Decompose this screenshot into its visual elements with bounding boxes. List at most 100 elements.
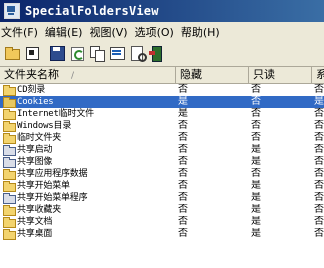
column-header-name[interactable]: 文件夹名称 / — [0, 67, 176, 83]
folder-name-text: 共享图像 — [17, 157, 53, 167]
list-header: 文件夹名称 / 隐藏 只读 系 — [0, 67, 324, 84]
cell-system: 否 — [314, 156, 324, 167]
cell-folder-name: 共享图像 — [0, 156, 176, 168]
column-header-system[interactable]: 系 — [312, 67, 324, 83]
sort-indicator-icon: / — [71, 71, 75, 81]
cell-readonly: 是 — [251, 156, 261, 167]
cell-hidden: 否 — [178, 144, 188, 155]
cell-hidden: 是 — [178, 96, 188, 107]
folder-icon — [2, 181, 16, 192]
column-label-name: 文件夹名称 — [4, 68, 59, 81]
cell-hidden: 否 — [178, 192, 188, 203]
table-row[interactable]: 共享收藏夹 否 是 否 — [0, 204, 324, 216]
table-row[interactable]: 共享图像 否 是 否 — [0, 156, 324, 168]
table-row[interactable]: 共享开始菜单 否 是 否 — [0, 180, 324, 192]
refresh-button[interactable] — [69, 45, 85, 61]
table-row[interactable]: CD刻录 否 否 否 — [0, 84, 324, 96]
folder-name-text: 共享收藏夹 — [17, 205, 62, 215]
folder-name-text: 共享开始菜单 — [17, 181, 70, 191]
table-row[interactable]: 共享文档 否 是 否 — [0, 216, 324, 228]
folder-icon — [2, 109, 16, 120]
folder-name-text: Cookies — [17, 97, 54, 107]
menu-bar: 文件(F) 编辑(E) 视图(V) 选项(O) 帮助(H) — [0, 22, 324, 42]
cell-readonly: 否 — [251, 84, 261, 95]
cell-folder-name: Windows目录 — [0, 120, 176, 132]
html-report-button[interactable] — [109, 45, 125, 61]
cell-readonly: 否 — [251, 120, 261, 131]
cell-hidden: 否 — [178, 216, 188, 227]
exit-button[interactable] — [149, 45, 165, 62]
cell-hidden: 否 — [178, 168, 188, 179]
table-row[interactable]: 临时文件夹 否 否 否 — [0, 132, 324, 144]
table-row[interactable]: 共享应用程序数据 否 否 否 — [0, 168, 324, 180]
properties-button[interactable] — [24, 45, 40, 61]
cell-hidden: 否 — [178, 84, 188, 95]
list-rows: CD刻录否否否 Cookies 是否是 Internet临时文件是否否 Windows目… — [0, 84, 324, 240]
toolbar — [0, 42, 324, 64]
folder-icon — [2, 229, 16, 240]
table-row[interactable]: Internet临时文件 是 否 否 — [0, 108, 324, 120]
cell-hidden: 否 — [178, 132, 188, 143]
cell-folder-name: Cookies — [0, 96, 176, 108]
cell-folder-name: 共享开始菜单程序 — [0, 192, 176, 204]
folder-name-text: 共享应用程序数据 — [17, 169, 88, 179]
cell-readonly: 是 — [251, 180, 261, 191]
cell-folder-name: 共享文档 — [0, 216, 176, 228]
title-bar[interactable]: SpecialFoldersView — [0, 0, 324, 22]
cell-folder-name: Internet临时文件 — [0, 108, 176, 120]
cell-hidden: 否 — [178, 120, 188, 131]
folder-name-text: 共享文档 — [17, 217, 53, 227]
table-row[interactable]: 共享启动 否 是 否 — [0, 144, 324, 156]
cell-folder-name: 共享开始菜单 — [0, 180, 176, 192]
menu-help[interactable]: 帮助(H) — [178, 24, 224, 40]
cell-system: 否 — [314, 168, 324, 179]
cell-readonly: 否 — [251, 108, 261, 119]
cell-system: 否 — [314, 192, 324, 203]
cell-hidden: 否 — [178, 204, 188, 215]
folder-name-text: 共享启动 — [17, 145, 53, 155]
cell-system: 否 — [314, 216, 324, 227]
folder-name-text: Internet临时文件 — [17, 109, 94, 119]
cell-system: 否 — [314, 228, 324, 239]
folder-icon — [2, 169, 16, 180]
save-button[interactable] — [49, 45, 65, 61]
folder-icon — [2, 217, 16, 228]
cell-hidden: 否 — [178, 180, 188, 191]
cell-hidden: 是 — [178, 108, 188, 119]
menu-options[interactable]: 选项(O) — [132, 24, 178, 40]
menu-file[interactable]: 文件(F) — [0, 24, 42, 40]
cell-system: 否 — [314, 84, 324, 95]
cell-hidden: 否 — [178, 156, 188, 167]
folder-icon — [2, 193, 16, 204]
folder-icon — [2, 145, 16, 156]
folder-icon — [2, 97, 16, 108]
column-header-readonly[interactable]: 只读 — [249, 67, 312, 83]
table-row[interactable]: 共享桌面 否 是 否 — [0, 228, 324, 240]
table-row[interactable]: Windows目录 否 否 否 — [0, 120, 324, 132]
folder-icon — [2, 121, 16, 132]
table-row[interactable]: 共享开始菜单程序 否 是 否 — [0, 192, 324, 204]
column-header-hidden[interactable]: 隐藏 — [176, 67, 249, 83]
folder-icon — [2, 205, 16, 216]
cell-readonly: 是 — [251, 192, 261, 203]
cell-readonly: 否 — [251, 96, 261, 107]
cell-readonly: 否 — [251, 132, 261, 143]
folder-name-text: CD刻录 — [17, 85, 46, 95]
find-button[interactable] — [129, 45, 147, 62]
open-folder-button[interactable] — [4, 45, 20, 61]
cell-readonly: 是 — [251, 216, 261, 227]
cell-folder-name: 临时文件夹 — [0, 132, 176, 144]
cell-system: 否 — [314, 204, 324, 215]
menu-edit[interactable]: 编辑(E) — [42, 24, 87, 40]
app-icon — [4, 3, 20, 19]
folder-name-text: Windows目录 — [17, 121, 72, 131]
folders-list[interactable]: 文件夹名称/ 隐藏 只读 系 CD刻录否否否Cookies是否是Internet… — [0, 66, 324, 268]
cell-system: 否 — [314, 132, 324, 143]
cell-system: 是 — [314, 96, 324, 107]
cell-folder-name: 共享桌面 — [0, 228, 176, 240]
cell-system: 否 — [314, 180, 324, 191]
table-row[interactable]: Cookies 是 否 是 — [0, 96, 324, 108]
folder-icon — [2, 133, 16, 144]
copy-button[interactable] — [89, 45, 105, 62]
menu-view[interactable]: 视图(V) — [86, 24, 131, 40]
